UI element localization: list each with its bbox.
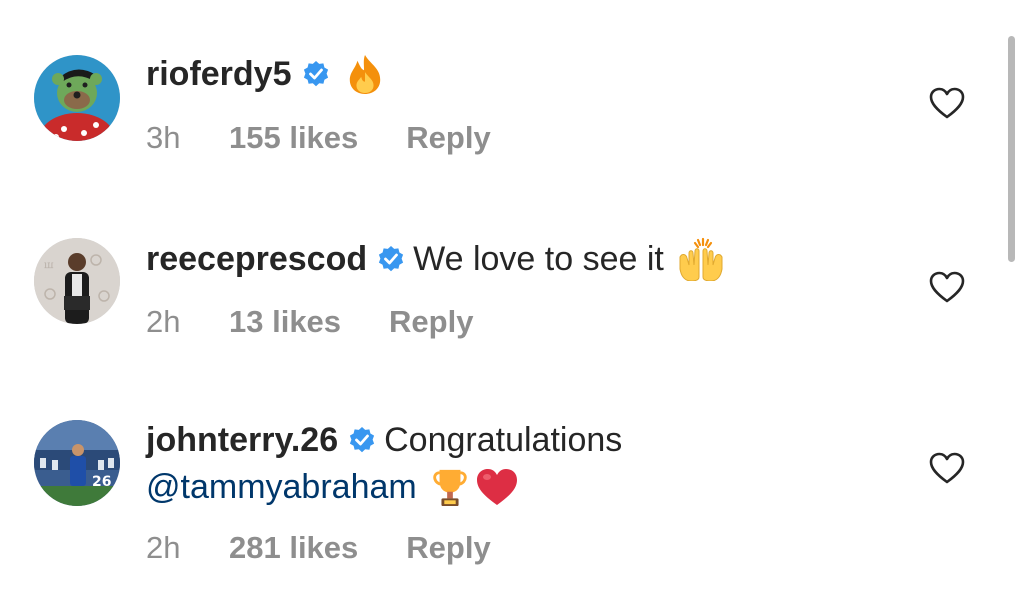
avatar-image: 26 (34, 420, 120, 506)
comment-meta: 2h 13 likes Reply (146, 304, 473, 340)
verified-badge-icon (348, 426, 376, 454)
svg-text:26: 26 (92, 474, 111, 490)
avatar-image (34, 55, 120, 141)
comment-likes[interactable]: 13 likes (229, 304, 341, 340)
verified-badge-icon (377, 245, 405, 273)
comment-meta: 2h 281 likes Reply (146, 530, 491, 566)
reply-button[interactable]: Reply (389, 304, 473, 340)
comment-body: rioferdy5 (146, 53, 866, 95)
comment-meta: 3h 155 likes Reply (146, 120, 491, 156)
comment-username[interactable]: reeceprescod (146, 239, 367, 279)
comment-text: We love to see it (413, 240, 664, 278)
comment-likes[interactable]: 155 likes (229, 120, 358, 156)
reply-button[interactable]: Reply (406, 530, 490, 566)
like-heart-icon[interactable] (928, 451, 966, 485)
comment-body: reeceprescod We love to see it (146, 237, 866, 281)
avatar[interactable]: 26 (34, 420, 120, 506)
reply-button[interactable]: Reply (406, 120, 490, 156)
comment-username[interactable]: rioferdy5 (146, 54, 292, 94)
avatar-image: ꟺ (34, 238, 120, 324)
avatar[interactable]: ꟺ (34, 238, 120, 324)
like-heart-icon[interactable] (928, 270, 966, 304)
fire-emoji-icon (346, 53, 384, 95)
comment-time: 2h (146, 530, 181, 565)
verified-badge-icon (302, 60, 330, 88)
comment-time: 3h (146, 120, 181, 155)
trophy-emoji-icon (431, 466, 469, 508)
comment-time: 2h (146, 304, 181, 339)
svg-text:ꟺ: ꟺ (44, 260, 54, 271)
comment-likes[interactable]: 281 likes (229, 530, 358, 566)
avatar[interactable] (34, 55, 120, 141)
scrollbar[interactable] (1008, 36, 1015, 262)
comment-body: johnterry.26 Congratulations @tammyabrah… (146, 420, 866, 508)
mention-link[interactable]: @tammyabraham (146, 467, 417, 507)
red-heart-emoji-icon (475, 467, 519, 507)
comment-username[interactable]: johnterry.26 (146, 420, 338, 460)
comment-text: Congratulations (384, 421, 623, 459)
comments-list: rioferdy5 3h 155 likes Reply ꟺ reecepres… (0, 0, 1024, 591)
like-heart-icon[interactable] (928, 86, 966, 120)
raising-hands-emoji-icon (676, 237, 726, 281)
